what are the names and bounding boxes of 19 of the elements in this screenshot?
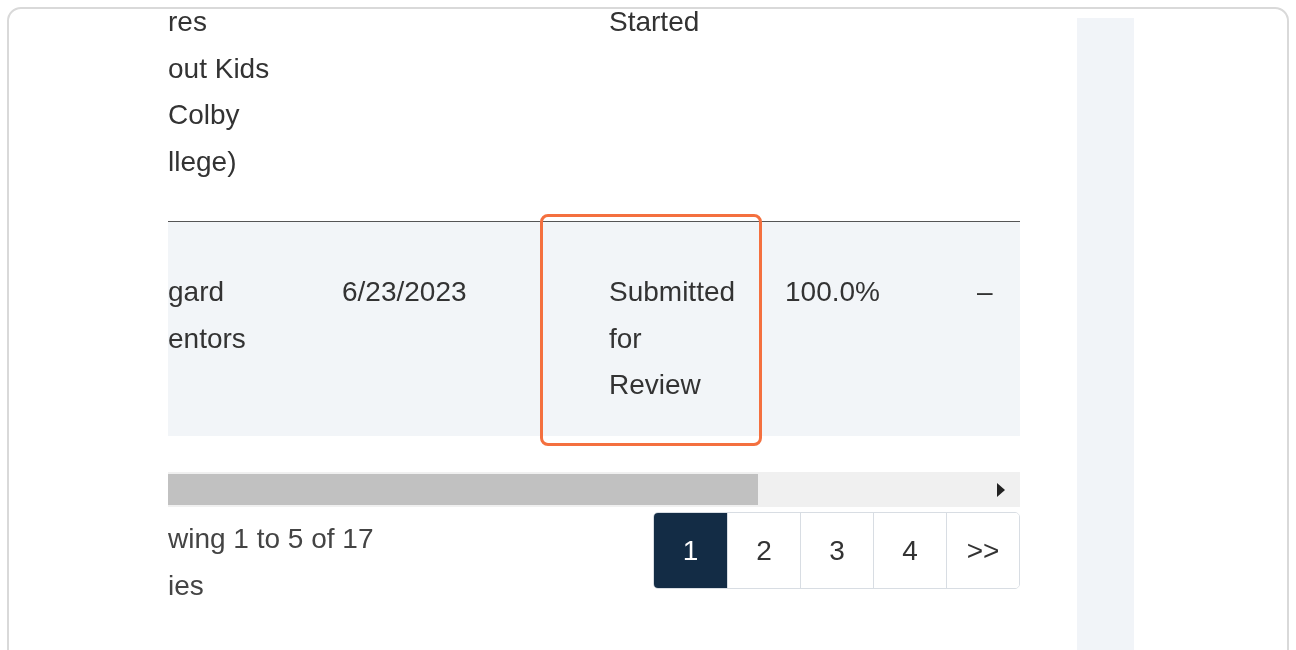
table-cell-text: Review: [609, 368, 702, 402]
table-cell-text: entors: [168, 321, 247, 356]
entries-info: wing 1 to 5 of 17: [168, 522, 374, 556]
table-cell-text: res: [168, 5, 208, 39]
table-cell-text: llege): [168, 144, 238, 179]
table-cell-text: 100.0%: [785, 275, 881, 309]
table-cell-text: for: [609, 321, 643, 356]
table-cell-text: out Kids: [168, 51, 271, 86]
entries-info: ies: [168, 569, 205, 603]
table-cell-text: Submitted: [609, 275, 737, 309]
scroll-right-icon[interactable]: [997, 483, 1005, 497]
table-cell-text: –: [977, 275, 994, 309]
table-cell-text: 6/23/2023: [342, 275, 468, 309]
table-cell-text: Colby: [168, 98, 241, 132]
table-cell-text: Started: [609, 5, 701, 39]
page-button[interactable]: >>: [946, 513, 1019, 588]
table-cell-text: gard: [168, 275, 226, 309]
horizontal-scrollbar[interactable]: [168, 472, 1020, 507]
page-button[interactable]: 1: [654, 513, 727, 588]
